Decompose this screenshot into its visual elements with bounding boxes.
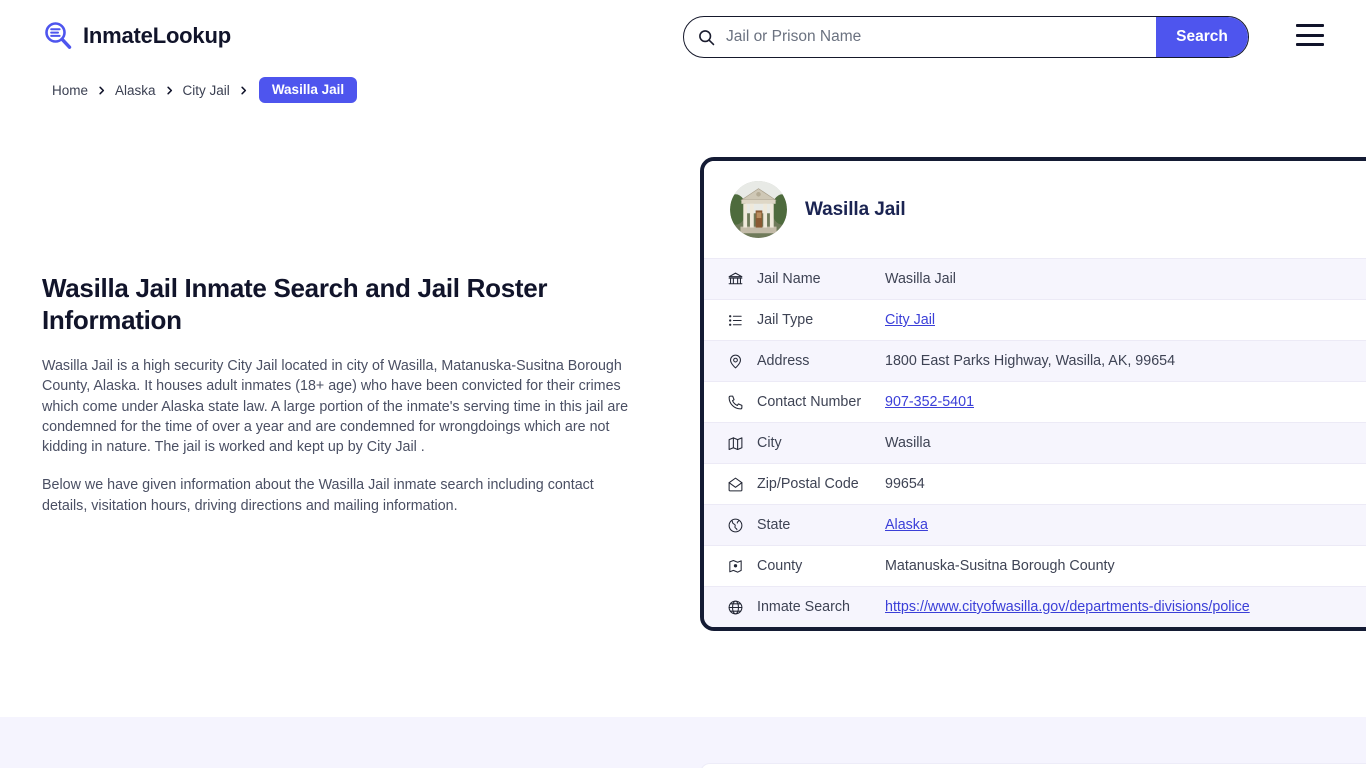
row-value-link[interactable]: https://www.cityofwasilla.gov/department… — [885, 599, 1250, 615]
page-title: Wasilla Jail Inmate Search and Jail Rost… — [42, 272, 634, 336]
map-icon — [726, 434, 744, 452]
bank-icon — [726, 270, 744, 288]
table-row: Zip/Postal Code99654 — [704, 463, 1366, 504]
table-row: Jail TypeCity Jail — [704, 299, 1366, 340]
table-row: Jail NameWasilla Jail — [704, 258, 1366, 299]
row-label: Inmate Search — [757, 599, 885, 615]
brand-logo-link[interactable]: InmateLookup — [42, 20, 231, 52]
page-root: InmateLookup Search Home Alaska City Jail W… — [0, 0, 1366, 768]
row-value-link[interactable]: 907-352-5401 — [885, 394, 974, 410]
row-label: City — [757, 435, 885, 451]
breadcrumb: Home Alaska City Jail Wasilla Jail — [52, 77, 357, 103]
chevron-right-icon — [164, 85, 175, 96]
envelope-open-icon — [726, 475, 744, 493]
main-content: Wasilla Jail Inmate Search and Jail Rost… — [42, 272, 634, 516]
breadcrumb-link[interactable]: Alaska — [115, 83, 156, 98]
breadcrumb-current: Wasilla Jail — [259, 77, 357, 103]
table-row: CountyMatanuska-Susitna Borough County — [704, 545, 1366, 586]
row-value-link[interactable]: City Jail — [885, 312, 935, 328]
jail-info-card-header: Wasilla Jail — [704, 161, 1366, 258]
table-row: StateAlaska — [704, 504, 1366, 545]
search-button[interactable]: Search — [1156, 17, 1248, 57]
intro-paragraph: Wasilla Jail is a high security City Jai… — [42, 356, 630, 457]
phone-icon — [726, 393, 744, 411]
row-value-link[interactable]: Alaska — [885, 517, 928, 533]
row-label: County — [757, 558, 885, 574]
secondary-paragraph: Below we have given information about th… — [42, 475, 630, 516]
search-bar[interactable]: Search — [683, 16, 1249, 58]
bottom-panel-card — [700, 763, 1366, 768]
globe-americas-icon — [726, 516, 744, 534]
jail-card-title: Wasilla Jail — [805, 199, 906, 221]
table-row: Inmate Searchhttps://www.cityofwasilla.g… — [704, 586, 1366, 627]
bottom-section-band — [0, 717, 1366, 768]
search-icon — [698, 29, 715, 46]
jail-info-card: Wasilla Jail Jail NameWasilla JailJail T… — [700, 157, 1366, 631]
table-row: Contact Number907-352-5401 — [704, 381, 1366, 422]
chevron-right-icon — [96, 85, 107, 96]
hamburger-bar — [1296, 34, 1324, 37]
site-header: InmateLookup Search — [0, 0, 1366, 74]
search-input[interactable] — [715, 17, 1156, 57]
search-list-logo-icon — [42, 20, 74, 52]
row-label: Address — [757, 353, 885, 369]
breadcrumb-link[interactable]: City Jail — [183, 83, 230, 98]
map-marker-icon — [726, 557, 744, 575]
map-pin-icon — [726, 352, 744, 370]
jail-details-table: Jail NameWasilla JailJail TypeCity JailA… — [704, 258, 1366, 627]
table-row: CityWasilla — [704, 422, 1366, 463]
row-value: Wasilla Jail — [885, 271, 956, 287]
globe-grid-icon — [726, 598, 744, 616]
row-label: State — [757, 517, 885, 533]
hamburger-bar — [1296, 24, 1324, 27]
row-label: Contact Number — [757, 394, 885, 410]
row-value: Wasilla — [885, 435, 931, 451]
row-label: Jail Type — [757, 312, 885, 328]
courthouse-photo-avatar — [730, 181, 787, 238]
breadcrumb-link[interactable]: Home — [52, 83, 88, 98]
brand-name: InmateLookup — [83, 23, 231, 49]
row-label: Zip/Postal Code — [757, 476, 885, 492]
row-value: 99654 — [885, 476, 925, 492]
chevron-right-icon — [238, 85, 249, 96]
row-value: 1800 East Parks Highway, Wasilla, AK, 99… — [885, 353, 1175, 369]
row-value: Matanuska-Susitna Borough County — [885, 558, 1115, 574]
hamburger-bar — [1296, 43, 1324, 46]
table-row: Address1800 East Parks Highway, Wasilla,… — [704, 340, 1366, 381]
hamburger-menu-icon[interactable] — [1296, 24, 1324, 46]
row-label: Jail Name — [757, 271, 885, 287]
list-icon — [726, 311, 744, 329]
